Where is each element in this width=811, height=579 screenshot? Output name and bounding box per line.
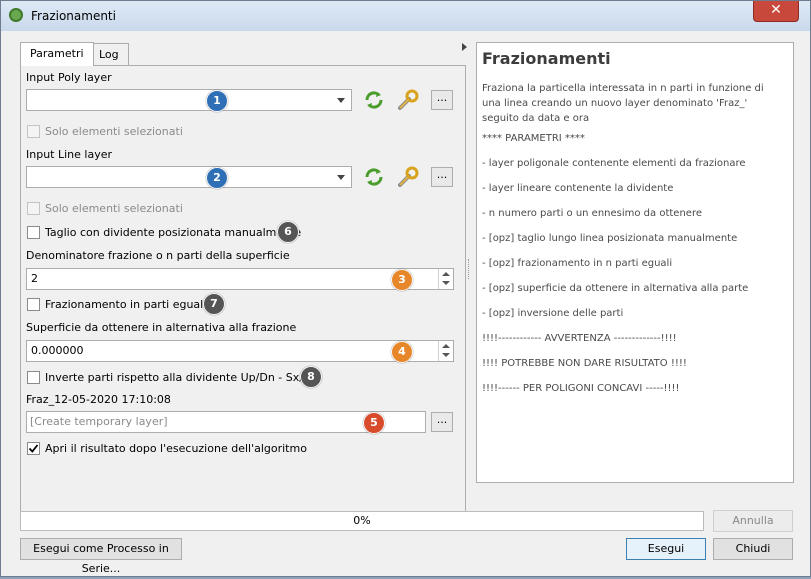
window-title: Frazionamenti — [31, 9, 116, 23]
poly-layer-options-button[interactable]: ... — [431, 90, 453, 110]
refresh-icon[interactable] — [362, 89, 386, 111]
expand-arrow-icon[interactable] — [462, 43, 467, 51]
manual-cut-label: Taglio con dividente posizionata manualm… — [45, 226, 302, 239]
poly-layer-label: Input Poly layer — [26, 71, 112, 84]
manual-cut-checkbox[interactable] — [27, 226, 40, 239]
denominator-value: 2 — [31, 272, 38, 285]
spin-arrows[interactable] — [438, 341, 453, 361]
badge-8: 8 — [300, 366, 322, 388]
output-placeholder: [Create temporary layer] — [30, 415, 168, 428]
help-line: !!!!------------ AVVERTENZA ------------… — [482, 333, 677, 344]
area-value: 0.000000 — [31, 344, 84, 357]
badge-3: 3 — [391, 269, 413, 291]
wrench-icon[interactable] — [396, 89, 420, 111]
invert-label: Inverte parti rispetto alla dividente Up… — [45, 371, 317, 384]
help-line: - layer poligonale contenente elementi d… — [482, 158, 746, 169]
help-line: - n numero parti o un ennesimo da ottene… — [482, 208, 702, 219]
help-line: - [opz] taglio lungo linea posizionata m… — [482, 233, 738, 244]
output-options-button[interactable]: ... — [431, 412, 453, 432]
close-dialog-button[interactable]: Chiudi — [713, 538, 793, 560]
help-line: - layer lineare contenente la dividente — [482, 183, 674, 194]
spin-arrows[interactable] — [438, 269, 453, 289]
close-button[interactable]: ✕ — [753, 1, 799, 22]
badge-7: 7 — [203, 293, 225, 315]
open-result-checkbox[interactable] — [27, 442, 40, 455]
line-layer-label: Input Line layer — [26, 148, 112, 161]
dialog-window: Frazionamenti ✕ Parametri Log Input Poly… — [0, 0, 811, 577]
badge-2: 2 — [206, 167, 228, 189]
help-title: Frazionamenti — [482, 49, 611, 68]
wrench-icon[interactable] — [396, 166, 420, 188]
poly-selected-only-checkbox[interactable] — [27, 125, 40, 138]
qgis-logo-icon — [9, 8, 23, 22]
line-selected-only-checkbox[interactable] — [27, 202, 40, 215]
invert-checkbox[interactable] — [27, 371, 40, 384]
output-label: Fraz_12-05-2020 17:10:08 — [26, 393, 171, 406]
open-result-label: Apri il risultato dopo l'esecuzione dell… — [45, 442, 307, 455]
chevron-down-icon — [337, 175, 345, 180]
help-panel: Frazionamenti Fraziona la particella int… — [476, 42, 794, 483]
poly-selected-only-label: Solo elementi selezionati — [45, 125, 183, 138]
progress-text: 0% — [353, 514, 371, 527]
line-layer-select[interactable] — [26, 166, 352, 188]
progress-bar: 0% — [20, 511, 704, 531]
area-spinbox[interactable]: 0.000000 — [26, 340, 454, 362]
help-line: **** PARAMETRI **** — [482, 133, 585, 144]
area-label: Superficie da ottenere in alternativa al… — [26, 321, 297, 334]
badge-6: 6 — [277, 221, 299, 243]
help-line: - [opz] frazionamento in n parti eguali — [482, 258, 673, 269]
chevron-down-icon — [337, 98, 345, 103]
splitter-handle[interactable] — [468, 259, 471, 279]
dialog-body: Parametri Log Input Poly layer 1 ... Sol… — [9, 31, 802, 575]
poly-layer-select[interactable] — [26, 89, 352, 111]
help-intro: Fraziona la particella interessata in n … — [482, 83, 764, 124]
help-line: - [opz] superficie da ottenere in altern… — [482, 283, 749, 294]
equal-parts-checkbox[interactable] — [27, 298, 40, 311]
line-layer-options-button[interactable]: ... — [431, 167, 453, 187]
help-line: - [opz] inversione delle parti — [482, 308, 624, 319]
badge-1: 1 — [206, 90, 228, 112]
batch-process-button[interactable]: Esegui come Processo in Serie... — [20, 538, 182, 575]
help-line: !!!!------ PER POLIGONI CONCAVI -----!!!… — [482, 383, 680, 394]
refresh-icon[interactable] — [362, 166, 386, 188]
checkmark-icon — [28, 444, 39, 453]
run-button[interactable]: Esegui — [626, 538, 706, 560]
help-line: !!!! POTREBBE NON DARE RISULTATO !!!! — [482, 358, 687, 369]
parameters-panel: Input Poly layer 1 ... Solo elementi sel… — [20, 65, 466, 517]
title-bar[interactable]: Frazionamenti ✕ — [1, 1, 810, 31]
badge-5: 5 — [363, 412, 385, 434]
tab-parametri[interactable]: Parametri — [20, 42, 94, 66]
line-selected-only-label: Solo elementi selezionati — [45, 202, 183, 215]
cancel-button[interactable]: Annulla — [713, 510, 793, 532]
tab-log[interactable]: Log — [89, 43, 129, 65]
denominator-label: Denominatore frazione o n parti della su… — [26, 249, 290, 262]
badge-4: 4 — [391, 341, 413, 363]
denominator-spinbox[interactable]: 2 — [26, 268, 454, 290]
equal-parts-label: Frazionamento in parti eguali — [45, 298, 207, 311]
